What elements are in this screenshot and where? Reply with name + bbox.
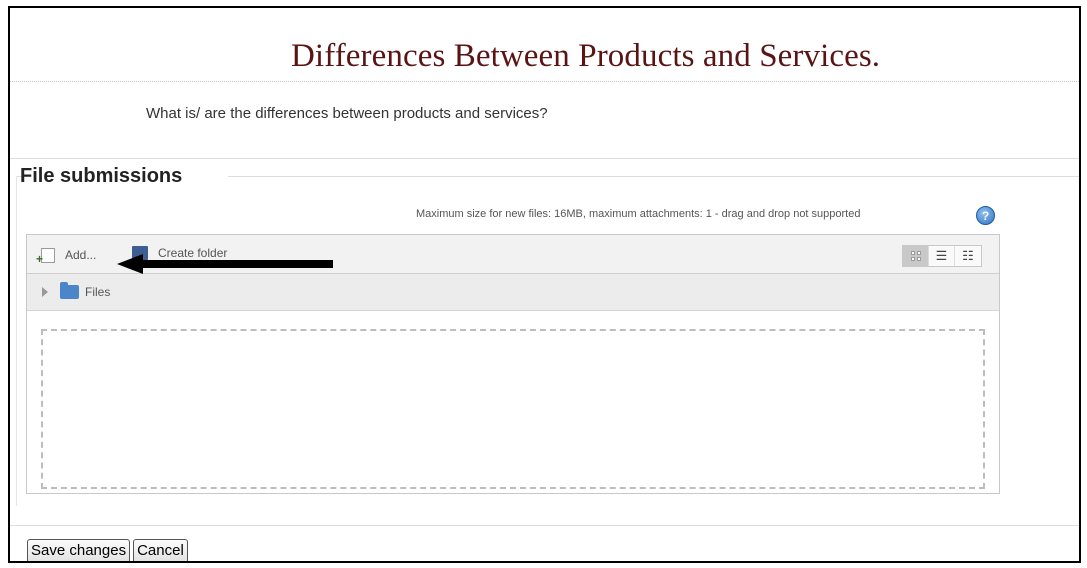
file-manager-toolbar: Add... Create folder ☰ ☷ [27,235,999,274]
tree-icon: ☷ [962,248,974,263]
form-actions: Save changes Cancel [27,539,188,561]
folder-icon [60,282,79,299]
question-text: What is/ are the differences between pro… [146,105,548,122]
add-file-icon [36,247,55,266]
divider [10,158,1079,159]
fieldset-border [228,176,1079,177]
path-bar: Files [27,274,999,311]
view-mode-switcher: ☰ ☷ [902,245,982,267]
add-file-button[interactable]: Add... [36,246,97,266]
view-tree-button[interactable]: ☷ [955,246,981,266]
list-icon: ☰ [935,248,948,263]
page-frame: Differences Between Products and Service… [8,6,1081,563]
view-icons-button[interactable] [903,246,929,266]
view-list-button[interactable]: ☰ [929,246,955,266]
arrow-left-icon [117,254,333,274]
path-files-link[interactable]: Files [85,285,110,299]
add-file-label: Add... [65,248,97,262]
file-drop-area[interactable] [41,329,985,489]
cancel-button[interactable]: Cancel [133,539,188,561]
max-size-note: Maximum size for new files: 16MB, maximu… [416,208,861,220]
expand-icon[interactable] [42,287,48,297]
grid-icon [910,251,921,261]
fieldset-border [16,176,17,506]
heading-row: Differences Between Products and Service… [10,38,1079,82]
file-manager: Add... Create folder ☰ ☷ [26,234,1000,494]
page-title: Differences Between Products and Service… [291,38,881,74]
save-changes-button[interactable]: Save changes [27,539,131,561]
help-icon[interactable]: ? [976,206,995,225]
divider [10,525,1079,526]
file-submissions-legend: File submissions [20,165,183,187]
